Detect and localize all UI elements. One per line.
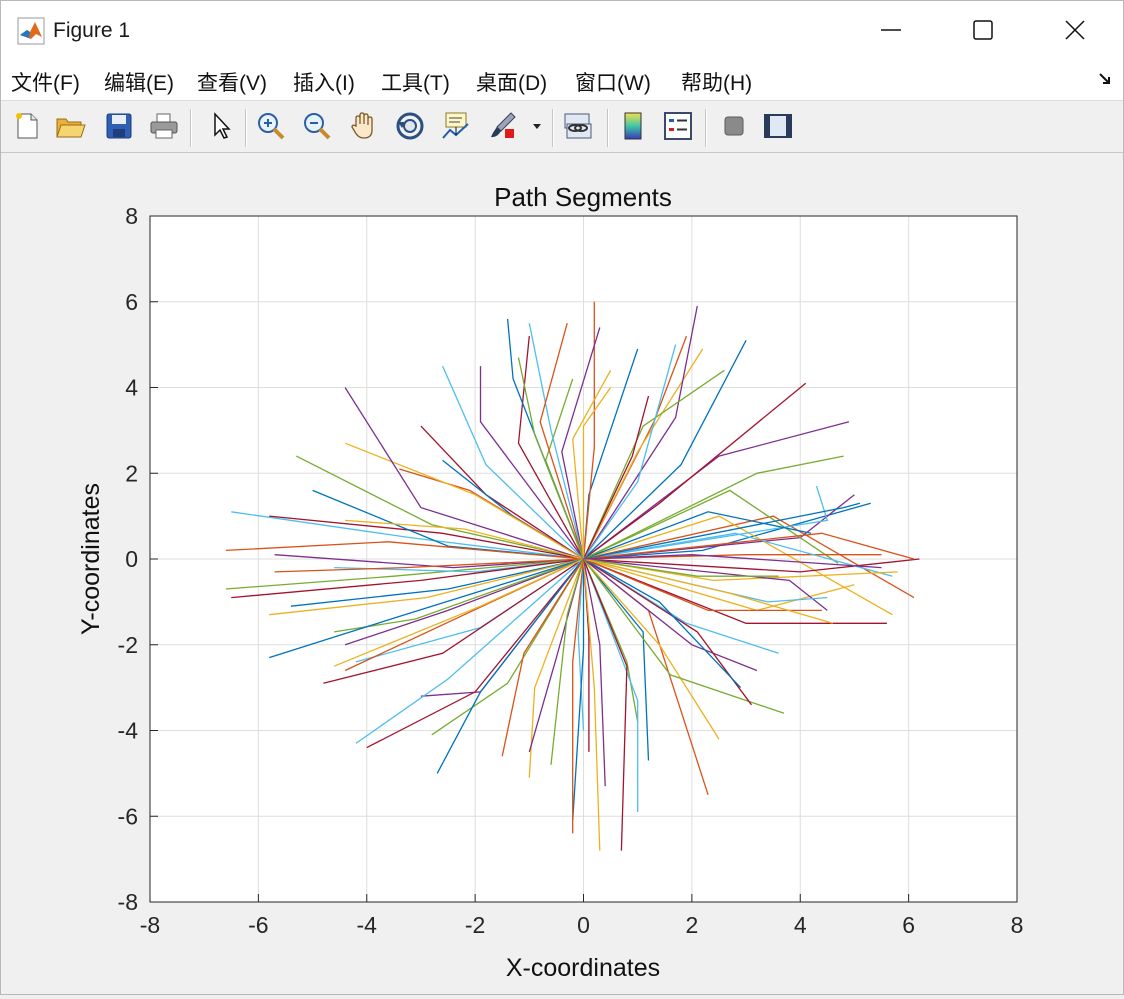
save-button[interactable]: [101, 108, 137, 144]
toolbar-separator: [705, 109, 707, 147]
matlab-logo-icon: [17, 17, 45, 45]
y-tick-label: 0: [125, 546, 138, 572]
x-tick-label: 6: [902, 912, 915, 938]
x-tick-label: 2: [685, 912, 698, 938]
brush-dropdown[interactable]: [525, 108, 549, 144]
x-tick-label: 4: [794, 912, 807, 938]
y-tick-label: -2: [118, 632, 138, 658]
select-button[interactable]: [203, 108, 239, 144]
y-axis-label: Y-coordinates: [77, 483, 105, 635]
close-icon: [1065, 20, 1085, 40]
toolbar-separator: [607, 109, 609, 147]
chart-title: Path Segments: [494, 182, 672, 212]
toolbar-separator: [552, 109, 554, 147]
menu-insert[interactable]: 插入(I): [293, 67, 355, 97]
zoom-in-icon: [258, 113, 285, 140]
legend-icon: [664, 112, 692, 140]
legend-button[interactable]: [660, 108, 696, 144]
y-tick-label: 6: [125, 289, 138, 315]
colorbar-icon: [624, 112, 642, 140]
dock-arrow-icon[interactable]: [1097, 71, 1113, 87]
toolbar-separator: [245, 109, 247, 147]
menu-help[interactable]: 帮助(H): [681, 67, 752, 97]
pan-hand-icon: [351, 112, 373, 139]
menu-view[interactable]: 查看(V): [197, 67, 267, 97]
print-icon: [150, 113, 178, 139]
pan-button[interactable]: [346, 108, 382, 144]
select-arrow-icon: [214, 112, 231, 139]
zoom-in-button[interactable]: [253, 108, 289, 144]
x-tick-label: 8: [1011, 912, 1024, 938]
title-bar[interactable]: Figure 1: [1, 1, 1123, 59]
menu-desktop[interactable]: 桌面(D): [476, 67, 547, 97]
rotate-3d-icon: [396, 112, 424, 140]
new-figure-icon: [16, 113, 38, 139]
y-tick-label: 8: [125, 203, 138, 229]
maximize-button[interactable]: [937, 1, 1029, 59]
link-plot-icon: [564, 113, 592, 139]
y-tick-label: -8: [118, 889, 138, 915]
show-plot-tools-button[interactable]: [760, 108, 796, 144]
open-file-button[interactable]: [53, 108, 89, 144]
link-plot-button[interactable]: [560, 108, 596, 144]
x-tick-label: -2: [465, 912, 485, 938]
print-button[interactable]: [146, 108, 182, 144]
show-plot-tools-icon: [764, 114, 792, 138]
new-figure-button[interactable]: [9, 108, 45, 144]
minimize-icon: [881, 29, 901, 31]
toolbar-separator: [190, 109, 192, 147]
menu-bar: 文件(F) 编辑(E) 查看(V) 插入(I) 工具(T) 桌面(D) 窗口(W…: [1, 59, 1123, 101]
close-button[interactable]: [1029, 1, 1121, 59]
save-icon: [106, 113, 132, 139]
data-cursor-icon: [442, 112, 469, 139]
figure-window: Figure 1 文件(F) 编辑(E) 查看(V) 插入(I) 工具(T) 桌…: [0, 0, 1124, 995]
menu-tools[interactable]: 工具(T): [381, 67, 450, 97]
zoom-out-button[interactable]: [299, 108, 335, 144]
colorbar-button[interactable]: [615, 108, 651, 144]
x-tick-label: -4: [357, 912, 378, 938]
menu-file[interactable]: 文件(F): [11, 67, 80, 97]
x-tick-label: -8: [140, 912, 160, 938]
y-tick-label: -6: [118, 803, 138, 829]
rotate-3d-button[interactable]: [392, 108, 428, 144]
hide-plot-tools-icon: [724, 116, 744, 136]
brush-icon: [491, 112, 516, 138]
plot-svg[interactable]: Path Segments -8 -6 -4 -2 0 2 4 6 8 -8 -6 -4 -2 0 2 4 6 8…: [1, 154, 1123, 994]
menu-edit[interactable]: 编辑(E): [104, 67, 174, 97]
x-tick-label: 0: [577, 912, 590, 938]
x-tick-label: -6: [248, 912, 268, 938]
minimize-button[interactable]: [845, 1, 937, 59]
window-title: Figure 1: [53, 19, 131, 42]
x-axis-label: X-coordinates: [506, 954, 660, 982]
open-file-icon: [56, 118, 86, 138]
maximize-icon: [973, 20, 993, 40]
hide-plot-tools-button[interactable]: [716, 108, 752, 144]
figure-canvas: Path Segments -8 -6 -4 -2 0 2 4 6 8 -8 -6 -4 -2 0 2 4 6 8…: [1, 154, 1123, 999]
data-cursor-button[interactable]: [438, 108, 474, 144]
y-tick-label: 2: [125, 460, 138, 486]
y-tick-label: -4: [118, 718, 139, 744]
y-tick-label: 4: [125, 375, 138, 401]
zoom-out-icon: [304, 113, 331, 140]
brush-dropdown-icon: [533, 124, 541, 129]
menu-window[interactable]: 窗口(W): [575, 67, 651, 97]
figure-toolbar: [1, 101, 1123, 153]
brush-button[interactable]: [485, 108, 521, 144]
